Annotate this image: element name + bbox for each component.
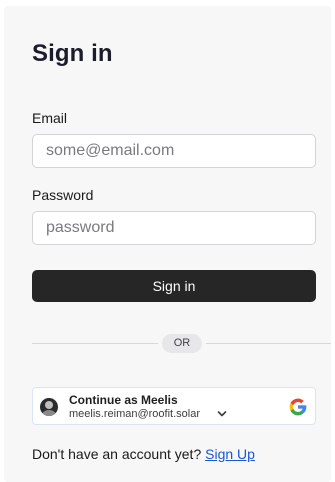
email-field[interactable] (32, 134, 316, 168)
continue-with-google-button[interactable]: Continue as Meelis meelis.reiman@roofit.… (32, 387, 316, 425)
or-divider: OR (32, 332, 331, 356)
sign-in-card: Sign in Email Password Sign in OR Contin… (4, 6, 331, 482)
or-label: OR (162, 334, 202, 353)
divider-line-left (32, 343, 158, 344)
email-label: Email (32, 110, 68, 126)
google-logo-icon (289, 398, 307, 416)
password-field[interactable] (32, 211, 316, 245)
google-account-email: meelis.reiman@roofit.solar (69, 408, 200, 420)
divider-line-right (206, 343, 331, 344)
sign-up-link[interactable]: Sign Up (205, 446, 255, 462)
sign-up-prompt: Don't have an account yet? Sign Up (32, 446, 255, 462)
chevron-down-icon[interactable] (217, 409, 227, 419)
password-label: Password (32, 187, 94, 203)
sign-up-prompt-text: Don't have an account yet? (32, 446, 202, 462)
page-title: Sign in (32, 40, 113, 67)
google-account-name: Continue as Meelis (69, 393, 178, 407)
avatar (40, 398, 58, 416)
sign-in-button[interactable]: Sign in (32, 270, 316, 302)
